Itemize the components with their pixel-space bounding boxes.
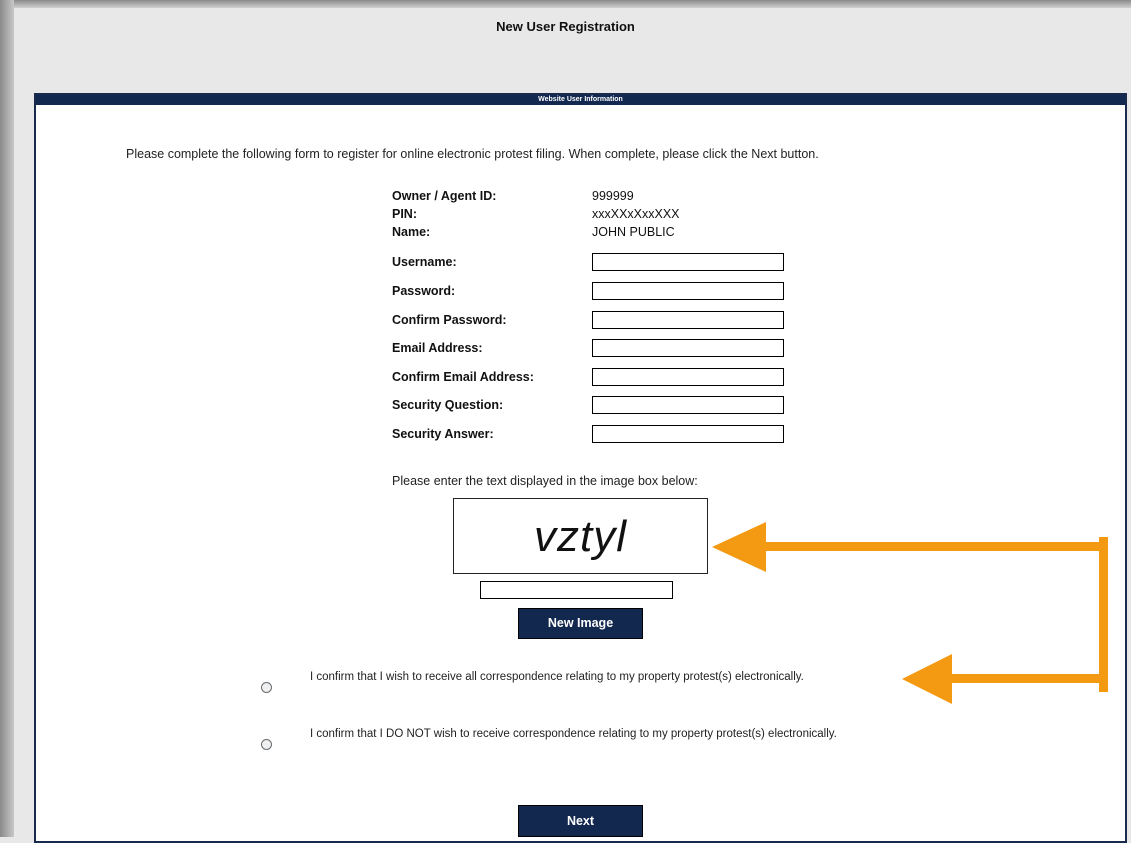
arrow-head-bottom-icon xyxy=(902,654,952,704)
password-input[interactable] xyxy=(592,282,784,300)
arrow-top-shaft xyxy=(762,542,1108,551)
window-frame-left xyxy=(0,0,14,837)
electronic-yes-radio[interactable] xyxy=(261,682,272,693)
new-image-button[interactable]: New Image xyxy=(518,608,643,639)
captcha-prompt: Please enter the text displayed in the i… xyxy=(392,474,698,488)
email-input[interactable] xyxy=(592,339,784,357)
confirm-email-label: Confirm Email Address: xyxy=(392,370,534,384)
arrow-bottom-shaft xyxy=(948,674,1108,683)
intro-text: Please complete the following form to re… xyxy=(126,147,819,161)
electronic-no-radio[interactable] xyxy=(261,739,272,750)
username-input[interactable] xyxy=(592,253,784,271)
confirm-email-input[interactable] xyxy=(592,368,784,386)
pin-label: PIN: xyxy=(392,207,417,221)
captcha-image: vztyl xyxy=(453,498,708,574)
email-label: Email Address: xyxy=(392,341,483,355)
security-answer-input[interactable] xyxy=(592,425,784,443)
password-label: Password: xyxy=(392,284,456,298)
next-button[interactable]: Next xyxy=(518,805,643,837)
pin-value: xxxXXxXxxXXX xyxy=(592,207,680,221)
username-label: Username: xyxy=(392,255,457,269)
name-label: Name: xyxy=(392,225,431,239)
name-value: JOHN PUBLIC xyxy=(592,225,675,239)
security-question-label: Security Question: xyxy=(392,398,504,412)
page-title: New User Registration xyxy=(496,19,635,34)
electronic-no-label: I confirm that I DO NOT wish to receive … xyxy=(310,728,837,740)
owner-agent-label: Owner / Agent ID: xyxy=(392,189,497,203)
confirm-password-input[interactable] xyxy=(592,311,784,329)
owner-agent-value: 999999 xyxy=(592,189,634,203)
window-frame-top xyxy=(0,0,1131,8)
electronic-yes-label: I confirm that I wish to receive all cor… xyxy=(310,671,804,683)
confirm-password-label: Confirm Password: xyxy=(392,313,507,327)
security-question-input[interactable] xyxy=(592,396,784,414)
arrow-vertical-bar xyxy=(1099,537,1108,692)
arrow-head-top-icon xyxy=(712,522,766,572)
section-header: Website User Information xyxy=(36,95,1125,105)
captcha-input[interactable] xyxy=(480,581,673,599)
registration-panel: Website User Information Please complete… xyxy=(34,93,1127,843)
security-answer-label: Security Answer: xyxy=(392,427,494,441)
